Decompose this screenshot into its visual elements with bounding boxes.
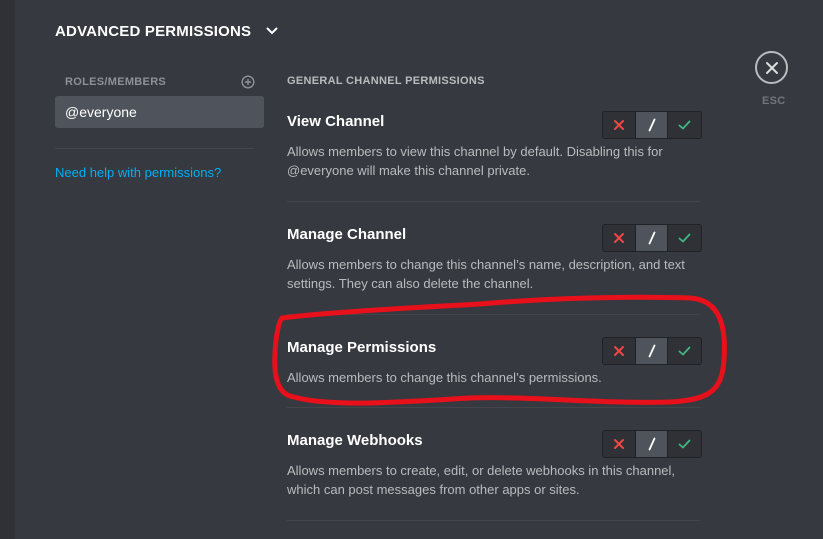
role-item-everyone[interactable]: @everyone (55, 96, 264, 128)
permission-description: Allows members to change this channel’s … (287, 370, 602, 385)
slash-icon (648, 437, 655, 451)
role-item-label: @everyone (65, 104, 137, 120)
permission-toggle[interactable] (602, 337, 702, 365)
passthrough-button[interactable] (635, 225, 669, 251)
allow-button[interactable] (668, 431, 701, 457)
deny-button[interactable] (603, 338, 636, 364)
permission-view-channel: View Channel Allows members to view this… (287, 111, 702, 202)
check-icon (678, 346, 691, 356)
passthrough-button[interactable] (635, 112, 669, 138)
deny-button[interactable] (603, 431, 636, 457)
allow-button[interactable] (668, 112, 701, 138)
permission-divider (287, 520, 700, 521)
advanced-permissions-header[interactable]: ADVANCED PERMISSIONS (55, 20, 279, 42)
esc-label: ESC (762, 95, 786, 107)
permission-manage-webhooks: Manage Webhooks Allows members to create… (287, 430, 702, 521)
deny-button[interactable] (603, 112, 636, 138)
permission-manage-channel: Manage Channel Allows members to change … (287, 224, 702, 315)
add-circle-icon[interactable] (241, 75, 255, 89)
permission-toggle[interactable] (602, 111, 702, 139)
permission-name: Manage Channel (287, 226, 407, 243)
x-icon (613, 439, 624, 449)
roles-divider (55, 148, 254, 149)
permission-divider (287, 407, 700, 408)
permission-name: Manage Webhooks (287, 432, 423, 449)
x-icon (613, 346, 624, 356)
permission-name: Manage Permissions (287, 339, 437, 356)
permission-name: View Channel (287, 113, 385, 130)
slash-icon (648, 118, 655, 132)
allow-button[interactable] (668, 225, 701, 251)
permission-divider (287, 314, 700, 315)
x-icon (613, 233, 624, 243)
section-title: ADVANCED PERMISSIONS (55, 22, 252, 40)
permission-manage-permissions: Manage Permissions Allows members to cha… (287, 337, 702, 408)
passthrough-button[interactable] (635, 431, 669, 457)
slash-icon (648, 344, 655, 358)
permission-toggle[interactable] (602, 430, 702, 458)
chevron-down-icon[interactable] (265, 24, 279, 38)
permission-description: Allows members to create, edit, or delet… (287, 463, 676, 497)
allow-button[interactable] (668, 338, 701, 364)
permission-divider (287, 201, 700, 202)
permission-description: Allows members to view this channel by d… (287, 144, 663, 178)
general-channel-permissions-title: GENERAL CHANNEL PERMISSIONS (287, 75, 485, 87)
check-icon (678, 439, 691, 449)
close-icon (765, 61, 778, 74)
x-icon (613, 120, 624, 130)
roles-members-label: ROLES/MEMBERS (65, 76, 167, 88)
permission-description: Allows members to change this channel’s … (287, 257, 685, 291)
close-button[interactable] (755, 51, 788, 84)
passthrough-button[interactable] (635, 338, 669, 364)
permissions-help-link[interactable]: Need help with permissions? (55, 165, 221, 180)
slash-icon (648, 231, 655, 245)
roles-members-header: ROLES/MEMBERS (65, 74, 255, 90)
left-edge-panel (0, 0, 15, 539)
check-icon (678, 120, 691, 130)
deny-button[interactable] (603, 225, 636, 251)
check-icon (678, 233, 691, 243)
permission-toggle[interactable] (602, 224, 702, 252)
